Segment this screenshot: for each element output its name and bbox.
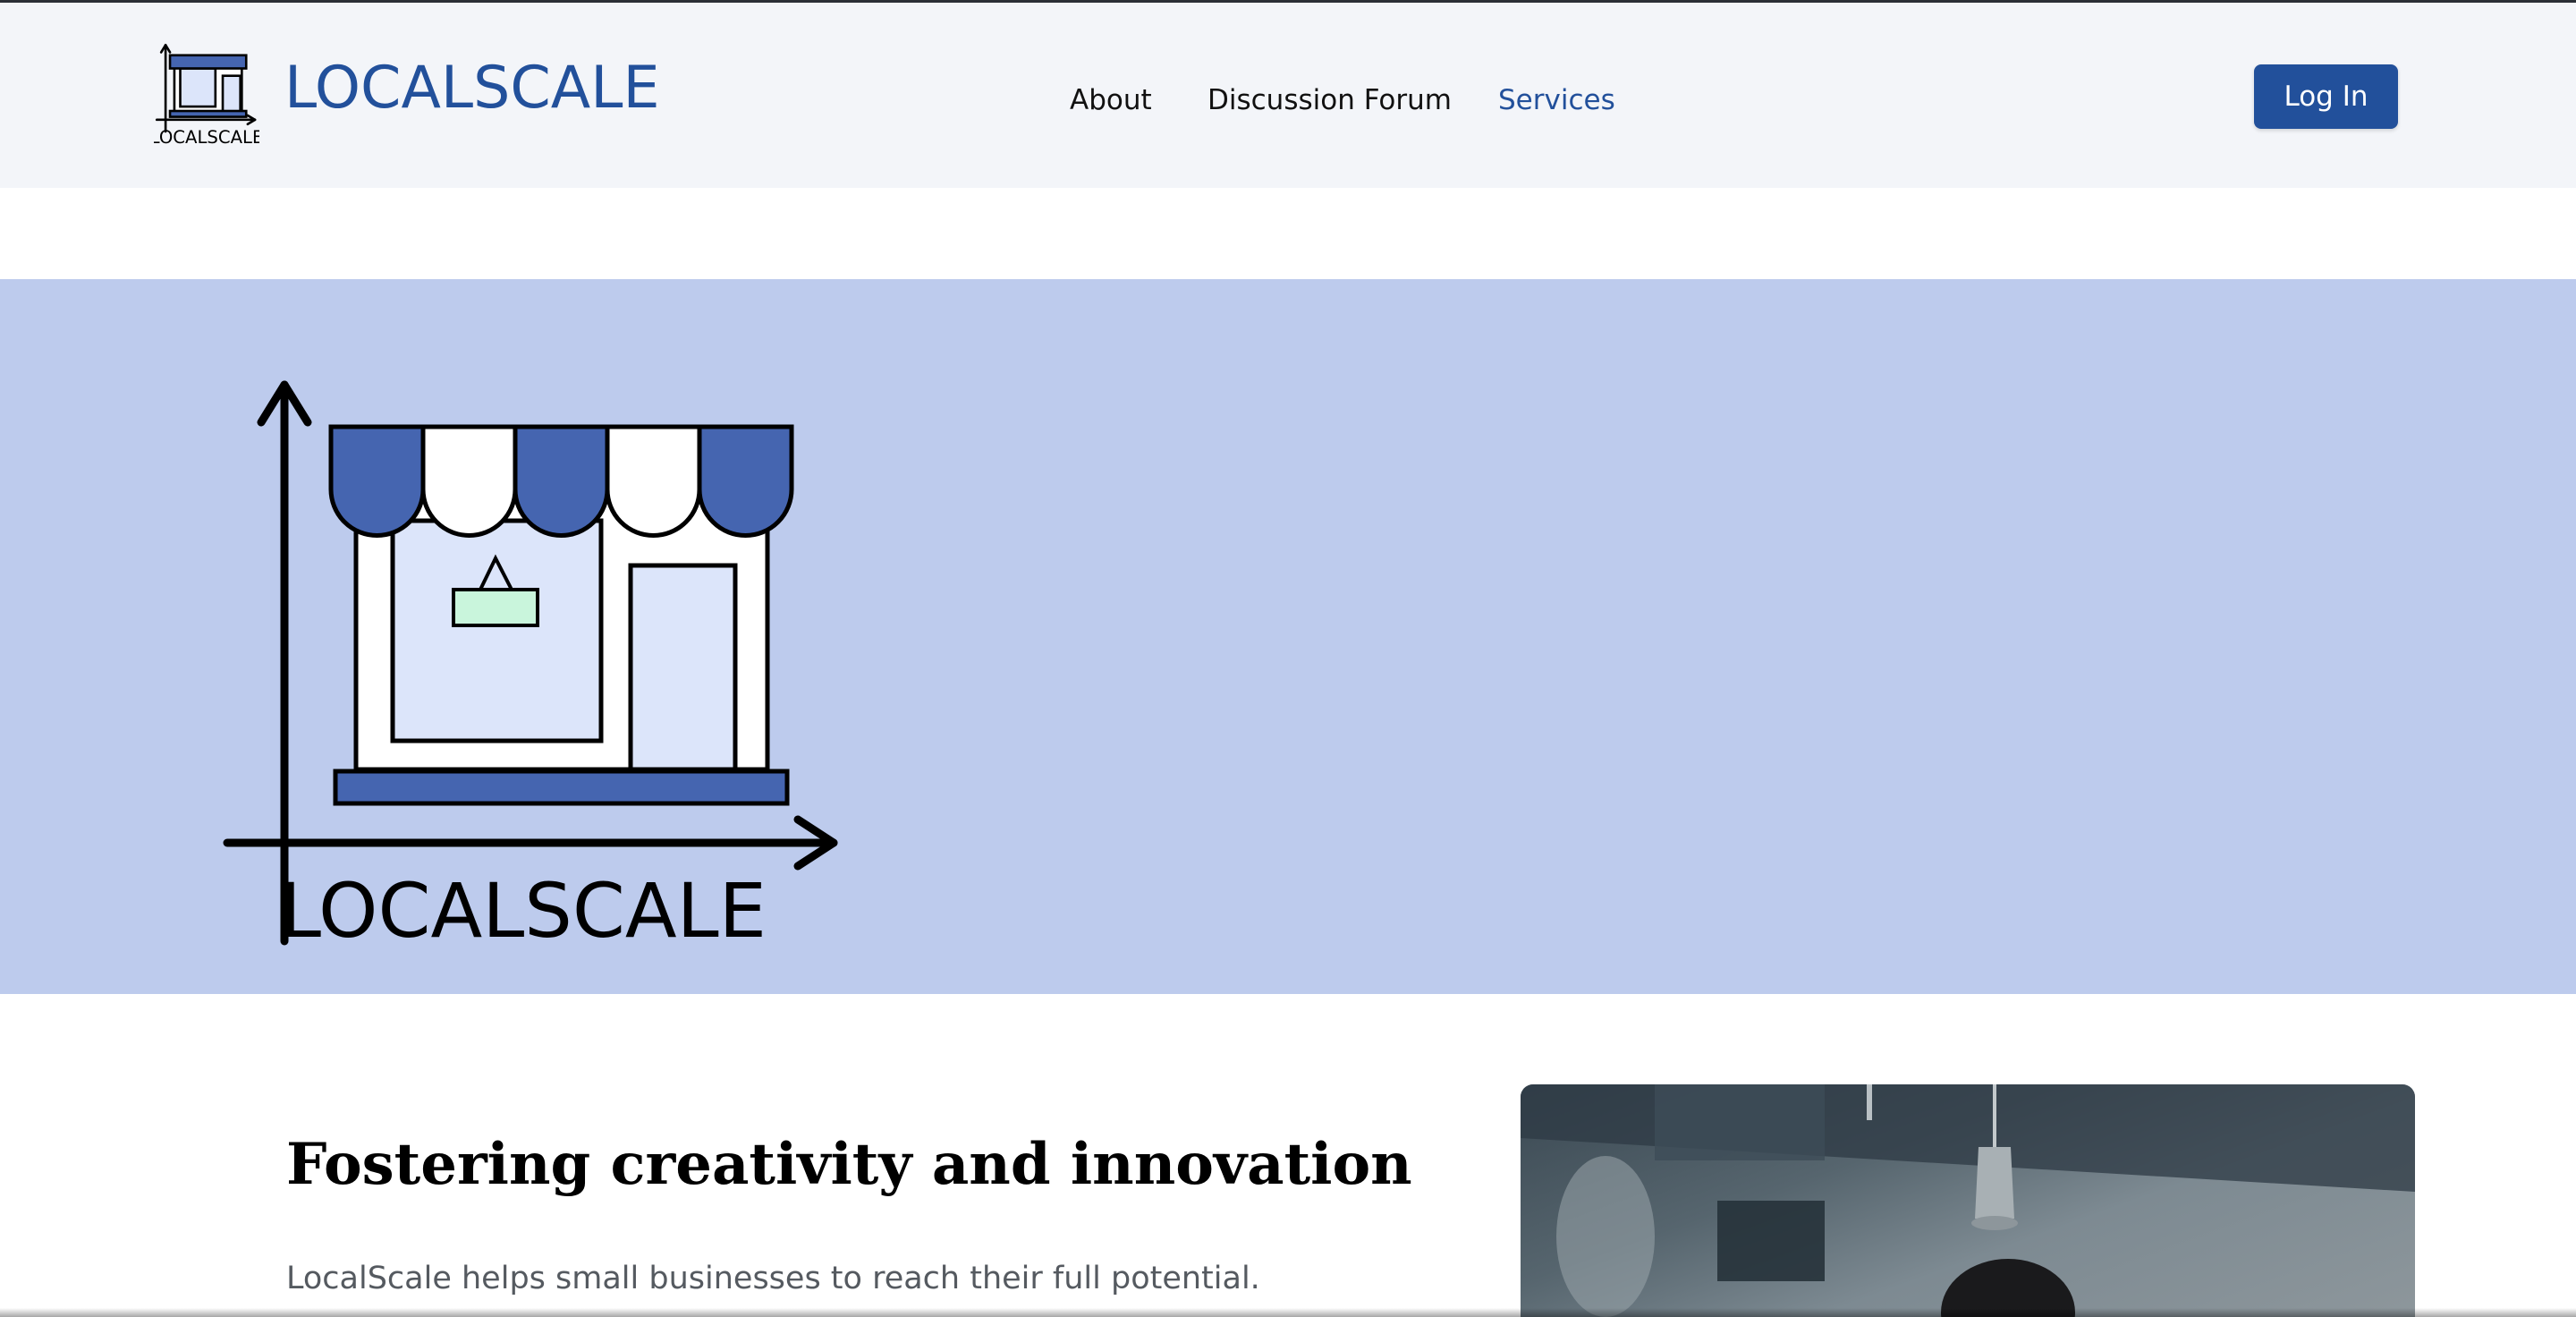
login-button[interactable]: Log In bbox=[2254, 64, 2398, 129]
nav-link-services[interactable]: Services bbox=[1498, 78, 1615, 123]
section-headline: Fostering creativity and innovation bbox=[286, 1131, 1412, 1198]
brand-logo-icon[interactable]: LOCALSCALE bbox=[154, 42, 259, 148]
photo-scene bbox=[1521, 1084, 2415, 1317]
office-photo bbox=[1521, 1084, 2415, 1317]
nav-link-discussion-forum[interactable]: Discussion Forum bbox=[1208, 78, 1452, 123]
hero-banner: LOCALSCALE bbox=[0, 279, 2576, 994]
section-tagline: LocalScale helps small businesses to rea… bbox=[286, 1261, 1260, 1296]
hero-logo-caption: LOCALSCALE bbox=[279, 867, 767, 950]
page: LOCALSCALE LOCALSCALE About Discussion F… bbox=[0, 0, 2576, 1317]
site-header: LOCALSCALE LOCALSCALE About Discussion F… bbox=[0, 3, 2576, 188]
bottom-edge-shadow bbox=[0, 1308, 2576, 1317]
nav-link-about[interactable]: About bbox=[1070, 78, 1152, 123]
storefront-chart-logo-icon: LOCALSCALE bbox=[223, 380, 838, 950]
brand-name[interactable]: LOCALSCALE bbox=[284, 53, 660, 124]
logo-caption-small: LOCALSCALE bbox=[154, 127, 259, 148]
